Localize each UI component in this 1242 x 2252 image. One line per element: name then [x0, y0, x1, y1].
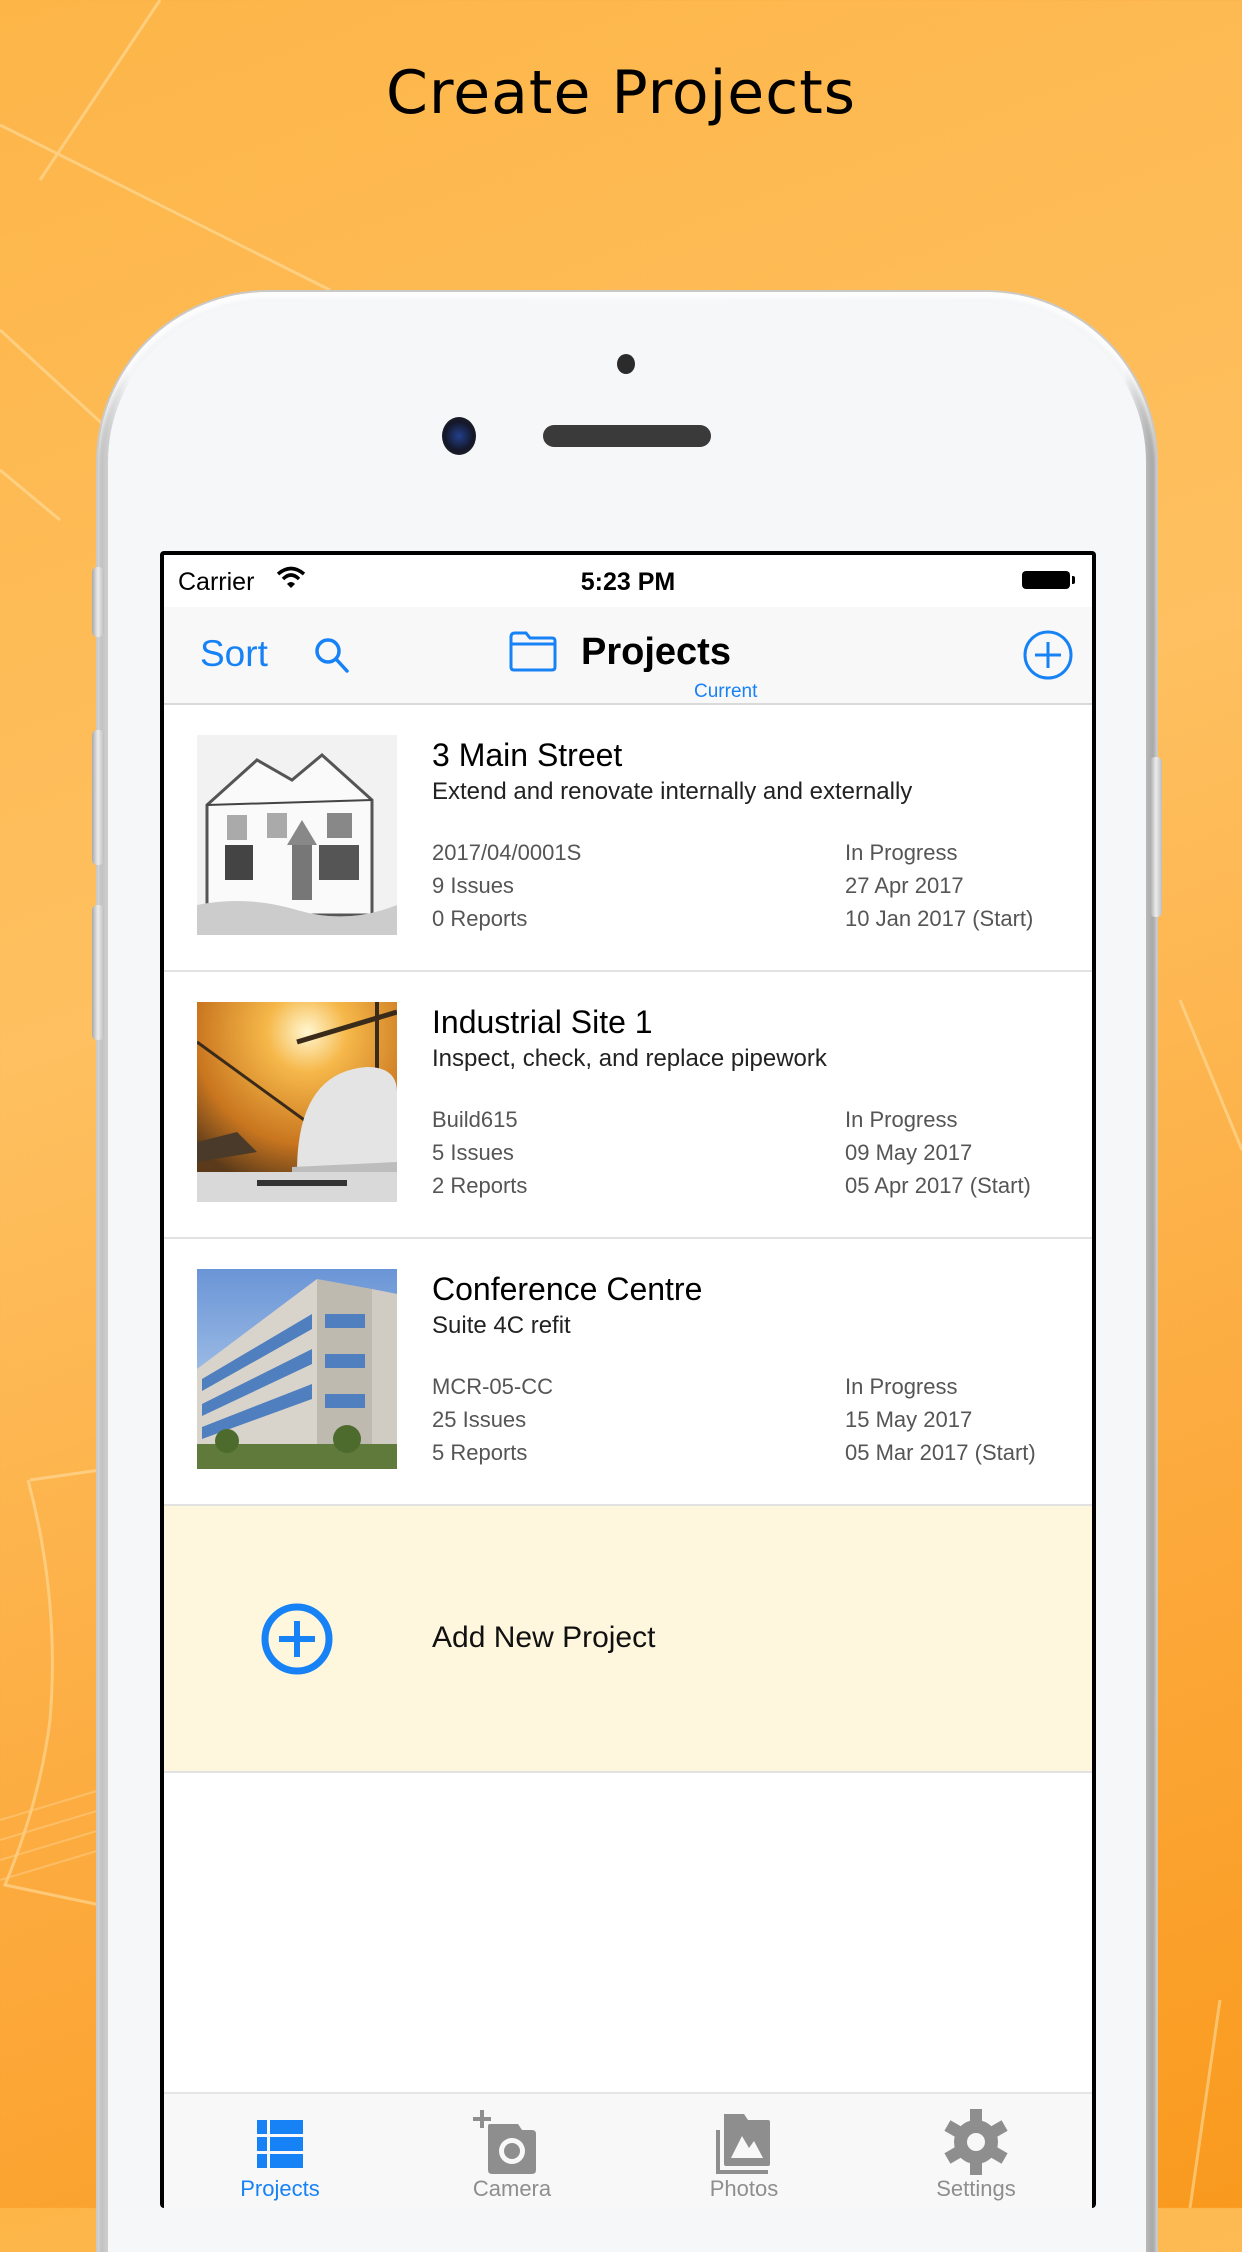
- project-row[interactable]: Industrial Site 1 Inspect, check, and re…: [164, 972, 1092, 1239]
- project-reports: 0 Reports: [432, 906, 528, 931]
- folder-icon: [509, 631, 557, 672]
- project-row[interactable]: 3 Main Street Extend and renovate intern…: [164, 705, 1092, 972]
- front-camera: [442, 417, 476, 455]
- plus-circle-icon: [261, 1603, 333, 1675]
- project-description: Suite 4C refit: [432, 1312, 571, 1339]
- project-status: In Progress: [845, 1374, 958, 1399]
- tab-settings[interactable]: Settings: [860, 2094, 1092, 2208]
- power-button: [1150, 757, 1162, 917]
- project-name: 3 Main Street: [432, 737, 623, 773]
- project-reference: Build615: [432, 1107, 518, 1132]
- project-start-date: 10 Jan 2017 (Start): [845, 906, 1034, 931]
- camera-add-icon: [473, 2110, 536, 2174]
- project-reports: 2 Reports: [432, 1173, 528, 1198]
- project-status: In Progress: [845, 840, 958, 865]
- earpiece-speaker: [543, 425, 711, 447]
- project-issues: 9 Issues: [432, 873, 514, 898]
- battery-icon: [1022, 571, 1075, 589]
- project-thumbnail: [197, 1002, 397, 1202]
- page-title: Projects: [581, 631, 731, 673]
- volume-up-button: [92, 730, 104, 865]
- project-list: 3 Main Street Extend and renovate intern…: [164, 705, 1092, 1773]
- project-name: Conference Centre: [432, 1271, 703, 1307]
- app-screen: Carrier 5:23 PM Sort Projects Current 3 …: [164, 555, 1092, 2208]
- plus-circle-icon[interactable]: [1022, 629, 1074, 681]
- project-start-date: 05 Mar 2017 (Start): [845, 1440, 1036, 1465]
- project-start-date: 05 Apr 2017 (Start): [845, 1173, 1031, 1198]
- volume-down-button: [92, 905, 104, 1040]
- phone-screen: Carrier 5:23 PM Sort Projects Current 3 …: [160, 551, 1096, 2208]
- project-thumbnail: [197, 1269, 397, 1469]
- project-meta-left: MCR-05-CC 25 Issues 5 Reports: [432, 1370, 553, 1469]
- gear-icon: [944, 2109, 1008, 2175]
- project-issues: 5 Issues: [432, 1140, 514, 1165]
- tab-label: Camera: [472, 2176, 552, 2201]
- proximity-sensor: [617, 354, 635, 374]
- add-new-project-row[interactable]: Add New Project: [164, 1506, 1092, 1773]
- project-reference: MCR-05-CC: [432, 1374, 553, 1399]
- navigation-bar: Sort Projects Current: [164, 607, 1092, 705]
- add-new-project-label: Add New Project: [432, 1621, 656, 1654]
- list-icon: [257, 2120, 303, 2168]
- project-name: Industrial Site 1: [432, 1004, 653, 1040]
- tab-label: Photos: [709, 2176, 779, 2201]
- tab-bar: Projects Camera Photos Settings: [164, 2092, 1092, 2208]
- sort-button[interactable]: Sort: [200, 633, 268, 675]
- mute-switch: [92, 567, 104, 637]
- project-meta-right: In Progress 15 May 2017 05 Mar 2017 (Sta…: [845, 1370, 1036, 1469]
- page-headline: Create Projects: [386, 58, 856, 128]
- project-row[interactable]: Conference Centre Suite 4C refit MCR-05-…: [164, 1239, 1092, 1506]
- project-meta-right: In Progress 27 Apr 2017 10 Jan 2017 (Sta…: [845, 836, 1033, 935]
- tab-camera[interactable]: Camera: [396, 2094, 628, 2208]
- tab-label: Settings: [936, 2176, 1016, 2201]
- search-icon[interactable]: [312, 635, 352, 675]
- project-date: 09 May 2017: [845, 1140, 973, 1165]
- project-meta-right: In Progress 09 May 2017 05 Apr 2017 (Sta…: [845, 1103, 1031, 1202]
- project-thumbnail: [197, 735, 397, 935]
- project-description: Inspect, check, and replace pipework: [432, 1045, 827, 1072]
- status-bar: Carrier 5:23 PM: [164, 555, 1092, 607]
- tab-photos[interactable]: Photos: [628, 2094, 860, 2208]
- project-status: In Progress: [845, 1107, 958, 1132]
- project-description: Extend and renovate internally and exter…: [432, 778, 913, 805]
- photos-icon: [716, 2114, 770, 2174]
- project-meta-left: Build615 5 Issues 2 Reports: [432, 1103, 527, 1202]
- project-date: 27 Apr 2017: [845, 873, 964, 898]
- project-meta-left: 2017/04/0001S 9 Issues 0 Reports: [432, 836, 581, 935]
- status-time: 5:23 PM: [580, 568, 676, 596]
- project-issues: 25 Issues: [432, 1407, 527, 1432]
- project-reports: 5 Reports: [432, 1440, 528, 1465]
- tab-projects[interactable]: Projects: [164, 2094, 396, 2208]
- project-reference: 2017/04/0001S: [432, 840, 582, 865]
- project-date: 15 May 2017: [845, 1407, 973, 1432]
- tab-label: Projects: [240, 2176, 320, 2201]
- page-subtitle: Current: [694, 681, 758, 702]
